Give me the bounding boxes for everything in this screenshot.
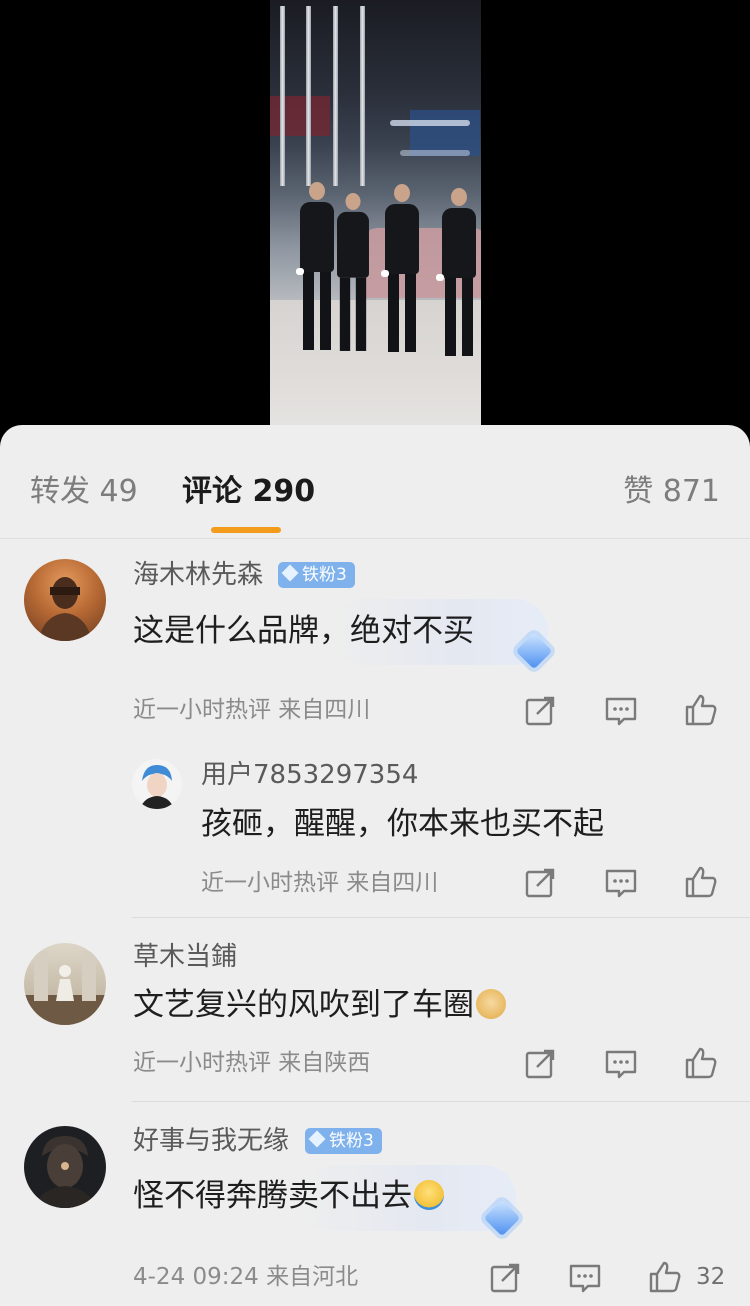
reply-text: 孩砸，醒醒，你本来也买不起 bbox=[201, 806, 604, 842]
gem-icon bbox=[308, 1130, 326, 1148]
video-scene-person bbox=[436, 188, 476, 356]
video-scene-light bbox=[400, 150, 470, 156]
avatar-image bbox=[38, 577, 92, 641]
fan-badge-label: 铁粉3 bbox=[329, 1131, 374, 1151]
comment-username[interactable]: 海木林先森 bbox=[133, 559, 263, 591]
fan-badge[interactable]: 铁粉3 bbox=[278, 562, 355, 588]
video-scene-person bbox=[337, 193, 369, 351]
video-frame[interactable] bbox=[270, 0, 481, 425]
comment-text: 怪不得奔腾卖不出去 bbox=[133, 1178, 412, 1214]
avatar-image bbox=[34, 1136, 96, 1208]
video-scene-pillar bbox=[360, 6, 365, 186]
video-scene-light bbox=[390, 120, 470, 126]
avatar[interactable] bbox=[24, 559, 106, 641]
reply-avatar[interactable] bbox=[132, 759, 182, 809]
like-count: 32 bbox=[696, 1264, 726, 1290]
comment-text: 这是什么品牌，绝对不买 bbox=[133, 613, 474, 649]
comment-username[interactable]: 好事与我无缘 bbox=[133, 1125, 289, 1157]
video-player[interactable] bbox=[0, 0, 750, 440]
video-scene-pillar bbox=[306, 6, 311, 186]
avatar[interactable] bbox=[24, 1126, 106, 1208]
comment-username[interactable]: 草木当鋪 bbox=[133, 941, 237, 973]
comment-icon[interactable] bbox=[604, 1047, 638, 1081]
tab-comments[interactable]: 评论 290 bbox=[182, 473, 315, 511]
comments-sheet: 转发 49 评论 290 赞 871 海木林先森 铁粉3 这是什么品牌，绝对不买… bbox=[0, 425, 750, 1306]
comment-meta: 近一小时热评 来自四川 bbox=[133, 697, 371, 723]
video-scene-person bbox=[381, 184, 419, 352]
comment-meta: 近一小时热评 来自陕西 bbox=[133, 1050, 371, 1076]
video-scene-pillar bbox=[333, 6, 338, 186]
avatar-image bbox=[24, 951, 106, 1025]
comment-text: 文艺复兴的风吹到了车圈 bbox=[133, 987, 474, 1023]
reply-username[interactable]: 用户7853297354 bbox=[201, 759, 418, 791]
shrug-emoji bbox=[414, 1180, 444, 1210]
active-tab-indicator bbox=[211, 527, 281, 533]
comment-text-container: 文艺复兴的风吹到了车圈 bbox=[133, 985, 506, 1025]
comment-icon[interactable] bbox=[604, 694, 638, 728]
gem-icon bbox=[281, 564, 299, 582]
share-icon[interactable] bbox=[523, 694, 557, 728]
tab-bar: 转发 49 评论 290 赞 871 bbox=[0, 425, 750, 539]
tab-repost[interactable]: 转发 49 bbox=[30, 473, 138, 511]
video-scene-booth bbox=[270, 96, 330, 136]
comment-text-container: 怪不得奔腾卖不出去 bbox=[133, 1176, 444, 1216]
thumbs-up-icon[interactable] bbox=[684, 865, 718, 899]
reply-avatar-image bbox=[140, 765, 174, 809]
avatar[interactable] bbox=[24, 943, 106, 1025]
comment-icon[interactable] bbox=[568, 1261, 602, 1295]
share-icon[interactable] bbox=[523, 866, 557, 900]
thumbs-up-icon[interactable] bbox=[684, 1046, 718, 1080]
fan-badge[interactable]: 铁粉3 bbox=[305, 1128, 382, 1154]
reply-meta: 近一小时热评 来自四川 bbox=[201, 870, 439, 896]
thumbs-up-icon[interactable] bbox=[648, 1260, 682, 1294]
thumbs-up-icon[interactable] bbox=[684, 693, 718, 727]
comment-icon[interactable] bbox=[604, 866, 638, 900]
divider bbox=[132, 917, 750, 918]
share-icon[interactable] bbox=[523, 1047, 557, 1081]
fan-badge-label: 铁粉3 bbox=[302, 565, 347, 585]
video-scene-pillar bbox=[280, 6, 285, 186]
tab-likes[interactable]: 赞 871 bbox=[623, 473, 720, 511]
share-icon[interactable] bbox=[488, 1261, 522, 1295]
doge-emoji bbox=[476, 989, 506, 1019]
video-scene-person bbox=[296, 182, 334, 350]
comment-meta: 4-24 09:24 来自河北 bbox=[133, 1264, 359, 1290]
divider bbox=[132, 1101, 750, 1102]
